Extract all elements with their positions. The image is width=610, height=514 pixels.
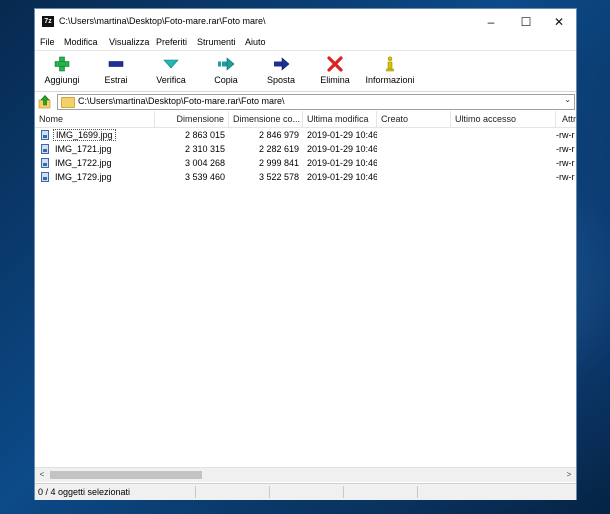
plus-icon [54, 56, 70, 72]
minimize-button[interactable]: – [474, 9, 508, 35]
file-attributes: -rw-r [556, 130, 575, 140]
file-name: IMG_1721.jpg [55, 144, 112, 154]
file-packed-size: 3 522 578 [258, 172, 299, 182]
file-modified: 2019-01-29 10:46 [307, 144, 377, 154]
table-row[interactable]: IMG_1699.jpg 2 863 015 2 846 979 2019-01… [35, 128, 576, 142]
delete-button[interactable]: Elimina [307, 53, 363, 89]
file-size: 2 863 015 [184, 130, 225, 140]
status-bar: 0 / 4 oggetti selezionati [35, 483, 576, 500]
file-packed-size: 2 282 619 [258, 144, 299, 154]
file-name: IMG_1729.jpg [55, 172, 112, 182]
info-button[interactable]: Informazioni [362, 53, 418, 89]
file-name: IMG_1699.jpg [53, 129, 116, 141]
folder-icon [61, 97, 75, 108]
table-row[interactable]: IMG_1722.jpg 3 004 268 2 999 841 2019-01… [35, 156, 576, 170]
extract-label: Estrai [104, 75, 128, 85]
maximize-button[interactable]: ☐ [509, 9, 543, 35]
app-7zip-icon: 7z [42, 16, 54, 27]
copy-arrow-icon [218, 57, 235, 71]
status-divider [269, 486, 270, 498]
move-button[interactable]: Sposta [253, 53, 309, 89]
selection-status: 0 / 4 oggetti selezionati [38, 487, 131, 497]
jpg-file-icon [41, 144, 49, 154]
file-size: 3 004 268 [184, 158, 225, 168]
file-list: Nome Dimensione Dimensione co... Ultima … [35, 111, 576, 467]
column-header-packed-size[interactable]: Dimensione co... [229, 111, 303, 127]
info-icon [386, 56, 394, 72]
add-button[interactable]: Aggiungi [34, 53, 90, 89]
copy-button[interactable]: Copia [198, 53, 254, 89]
menu-strumenti[interactable]: Strumenti [197, 37, 236, 47]
status-divider [417, 486, 418, 498]
menu-bar: File Modifica Visualizza Preferiti Strum… [35, 35, 576, 50]
file-size: 3 539 460 [184, 172, 225, 182]
file-modified: 2019-01-29 10:46 [307, 158, 377, 168]
minus-icon [108, 61, 124, 67]
path-input[interactable]: C:\Users\martina\Desktop\Foto-mare.rar\F… [57, 94, 575, 110]
folder-up-icon[interactable] [38, 95, 52, 109]
column-header-created[interactable]: Creato [377, 111, 451, 127]
extract-button[interactable]: Estrai [88, 53, 144, 89]
column-header-attributes[interactable]: Attr [556, 111, 576, 127]
column-header-name[interactable]: Nome [35, 111, 155, 127]
status-divider [195, 486, 196, 498]
close-button[interactable]: ✕ [542, 9, 576, 35]
window-title: C:\Users\martina\Desktop\Foto-mare.rar\F… [59, 16, 266, 26]
file-packed-size: 2 846 979 [258, 130, 299, 140]
toolbar: Aggiungi Estrai Verifica Copia Sposta El… [35, 50, 576, 92]
column-header-modified[interactable]: Ultima modifica [303, 111, 377, 127]
table-row[interactable]: IMG_1729.jpg 3 539 460 3 522 578 2019-01… [35, 170, 576, 184]
info-label: Informazioni [365, 75, 415, 85]
file-modified: 2019-01-29 10:46 [307, 172, 377, 182]
test-label: Verifica [156, 75, 186, 85]
path-dropdown-icon[interactable]: ⌄ [564, 95, 571, 104]
delete-x-icon [327, 56, 343, 72]
delete-label: Elimina [320, 75, 350, 85]
jpg-file-icon [41, 158, 49, 168]
file-attributes: -rw-r [556, 144, 575, 154]
scrollbar-thumb[interactable] [50, 471, 202, 479]
column-header-size[interactable]: Dimensione [155, 111, 229, 127]
move-arrow-icon [274, 57, 290, 71]
list-header: Nome Dimensione Dimensione co... Ultima … [35, 111, 576, 128]
7zip-file-manager-window: 7z C:\Users\martina\Desktop\Foto-mare.ra… [34, 8, 577, 500]
status-divider [343, 486, 344, 498]
add-label: Aggiungi [44, 75, 80, 85]
test-button[interactable]: Verifica [143, 53, 199, 89]
address-bar: C:\Users\martina\Desktop\Foto-mare.rar\F… [35, 91, 576, 113]
copy-label: Copia [214, 75, 238, 85]
file-modified: 2019-01-29 10:46 [307, 130, 377, 140]
title-bar[interactable]: 7z C:\Users\martina\Desktop\Foto-mare.ra… [35, 9, 576, 35]
file-attributes: -rw-r [556, 172, 575, 182]
table-row[interactable]: IMG_1721.jpg 2 310 315 2 282 619 2019-01… [35, 142, 576, 156]
column-header-accessed[interactable]: Ultimo accesso [451, 111, 556, 127]
move-label: Sposta [266, 75, 296, 85]
menu-modifica[interactable]: Modifica [64, 37, 98, 47]
jpg-file-icon [41, 130, 49, 140]
scroll-right-icon[interactable]: > [562, 468, 576, 482]
menu-aiuto[interactable]: Aiuto [245, 37, 266, 47]
menu-file[interactable]: File [40, 37, 55, 47]
file-size: 2 310 315 [184, 144, 225, 154]
file-attributes: -rw-r [556, 158, 575, 168]
path-text: C:\Users\martina\Desktop\Foto-mare.rar\F… [78, 96, 285, 106]
file-name: IMG_1722.jpg [55, 158, 112, 168]
horizontal-scrollbar[interactable]: < > [35, 467, 576, 482]
menu-visualizza[interactable]: Visualizza [109, 37, 149, 47]
file-packed-size: 2 999 841 [258, 158, 299, 168]
scroll-left-icon[interactable]: < [35, 468, 49, 482]
menu-preferiti[interactable]: Preferiti [156, 37, 187, 47]
check-arrow-icon [163, 59, 179, 69]
jpg-file-icon [41, 172, 49, 182]
